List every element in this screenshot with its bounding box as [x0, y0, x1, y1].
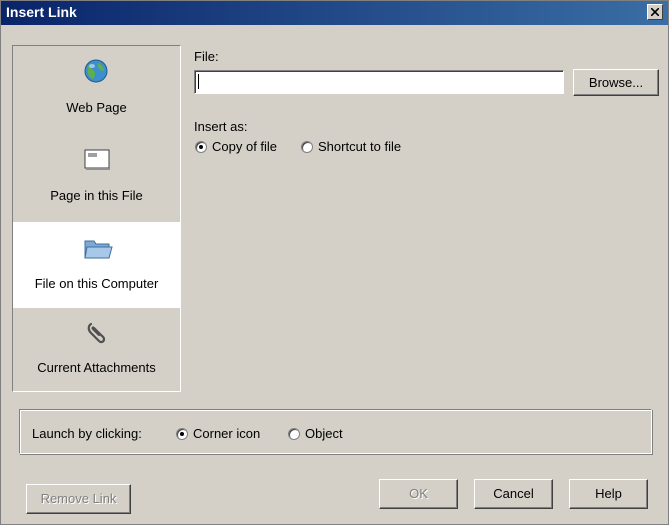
sidebar-item-file-on-computer[interactable]: File on this Computer: [13, 222, 180, 308]
sidebar-item-label: Page in this File: [50, 188, 143, 203]
insert-as-label: Insert as:: [194, 119, 248, 134]
radio-label: Corner icon: [193, 426, 261, 441]
cancel-button[interactable]: Cancel: [474, 479, 553, 509]
title-bar: Insert Link: [1, 1, 668, 25]
folder-icon: [84, 240, 113, 259]
sidebar-item-page-in-file[interactable]: Page in this File: [13, 134, 180, 222]
remove-link-button[interactable]: Remove Link: [26, 484, 131, 514]
file-input[interactable]: [194, 70, 564, 94]
sidebar-item-label: File on this Computer: [34, 276, 159, 291]
page-icon: [84, 149, 110, 170]
radio-button[interactable]: [176, 427, 188, 440]
radio-button[interactable]: [301, 140, 313, 153]
launch-label: Launch by clicking:: [32, 426, 142, 441]
ok-button[interactable]: OK: [379, 479, 458, 509]
sidebar-item-web-page[interactable]: Web Page: [13, 46, 180, 134]
dialog-title: Insert Link: [6, 4, 77, 20]
help-button[interactable]: Help: [569, 479, 648, 509]
sidebar-item-label: Current Attachments: [37, 360, 156, 375]
file-label: File:: [194, 49, 219, 64]
radio-label: Copy of file: [212, 139, 278, 154]
radio-label: Shortcut to file: [318, 139, 402, 154]
globe-icon: [84, 59, 108, 83]
sidebar-item-label: Web Page: [66, 100, 127, 115]
radio-shortcut-to-file[interactable]: Shortcut to file: [301, 139, 401, 154]
sidebar-item-current-attachments[interactable]: Current Attachments: [13, 308, 180, 392]
radio-object[interactable]: Object: [288, 426, 343, 441]
close-icon: [651, 8, 659, 16]
paperclip-icon: [87, 322, 106, 344]
radio-corner-icon[interactable]: Corner icon: [176, 426, 260, 441]
insert-link-dialog: Insert Link Web Page Page in this File F…: [0, 0, 669, 525]
radio-button[interactable]: [288, 427, 300, 440]
radio-button[interactable]: [195, 140, 207, 153]
text-caret: [198, 74, 199, 89]
browse-button[interactable]: Browse...: [573, 69, 659, 96]
link-type-sidebar: Web Page Page in this File File on this …: [12, 45, 181, 392]
close-button[interactable]: [647, 4, 663, 20]
radio-label: Object: [305, 426, 343, 441]
radio-copy-of-file[interactable]: Copy of file: [195, 139, 277, 154]
